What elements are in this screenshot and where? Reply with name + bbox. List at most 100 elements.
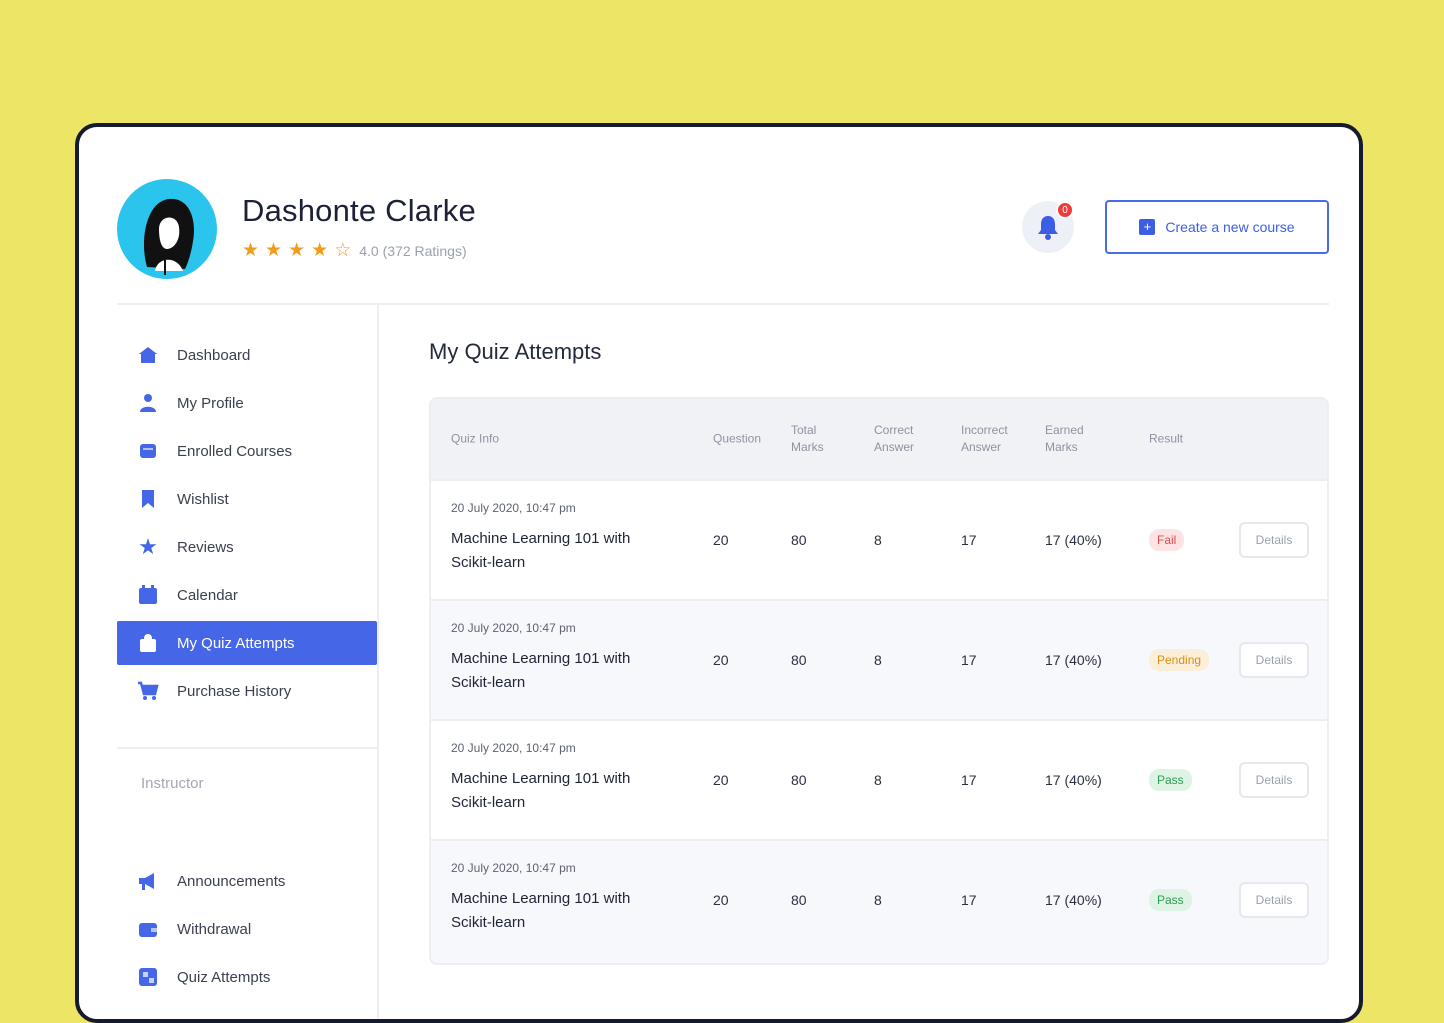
sidebar-item-label: Quiz Attempts bbox=[177, 968, 271, 986]
sidebar-item-my-profile[interactable]: My Profile bbox=[117, 381, 377, 425]
sidebar-item-label: My Quiz Attempts bbox=[177, 634, 295, 652]
avatar[interactable] bbox=[117, 179, 217, 279]
sidebar-item-label: Wishlist bbox=[177, 490, 229, 508]
total-marks: 80 bbox=[791, 892, 807, 908]
column-header-total-marks: Total Marks bbox=[791, 423, 824, 454]
incorrect-answers: 17 bbox=[961, 772, 977, 788]
column-header-result: Result bbox=[1149, 431, 1184, 446]
sidebar-divider bbox=[117, 747, 377, 749]
quiz-attempts-table: Quiz Info Question Total Marks Correct A… bbox=[429, 397, 1329, 965]
details-button[interactable]: Details bbox=[1239, 522, 1309, 558]
star-filled-icon: ★ bbox=[311, 240, 329, 261]
create-course-button[interactable]: + Create a new course bbox=[1105, 200, 1329, 254]
sidebar-item-withdrawal[interactable]: Withdrawal bbox=[117, 907, 377, 951]
earned-marks: 17 (40%) bbox=[1045, 532, 1102, 548]
user-icon bbox=[137, 392, 159, 414]
correct-answers: 8 bbox=[874, 532, 882, 548]
quiz-date: 20 July 2020, 10:47 pm bbox=[451, 741, 576, 755]
profile-header: Dashonte Clarke ★ ★ ★ ★ ☆ 4.0 (372 Ratin… bbox=[79, 127, 1359, 305]
quiz-icon bbox=[137, 632, 159, 654]
plus-icon: + bbox=[1139, 219, 1156, 235]
sidebar-item-calendar[interactable]: Calendar bbox=[117, 573, 377, 617]
cart-icon bbox=[137, 680, 159, 702]
sidebar-item-my-quiz-attempts[interactable]: My Quiz Attempts bbox=[117, 621, 377, 665]
star-icon: ★ bbox=[138, 534, 158, 559]
correct-answers: 8 bbox=[874, 892, 882, 908]
table-row: 20 July 2020, 10:47 pm Machine Learning … bbox=[431, 839, 1327, 959]
star-filled-icon: ★ bbox=[242, 240, 260, 261]
sidebar-item-label: Dashboard bbox=[177, 346, 251, 364]
page-title: My Quiz Attempts bbox=[429, 339, 602, 364]
sidebar-item-quiz-attempts[interactable]: Quiz Attempts bbox=[117, 955, 377, 999]
rating-text: 4.0 (372 Ratings) bbox=[359, 242, 467, 259]
column-header-incorrect-answer: Incorrect Answer bbox=[961, 423, 1008, 454]
earned-marks: 17 (40%) bbox=[1045, 892, 1102, 908]
create-course-label: Create a new course bbox=[1165, 219, 1295, 235]
home-icon bbox=[137, 344, 159, 366]
sidebar-item-label: Purchase History bbox=[177, 682, 292, 700]
calendar-icon bbox=[137, 584, 159, 606]
star-outline-icon: ☆ bbox=[334, 240, 352, 261]
details-button[interactable]: Details bbox=[1239, 882, 1309, 918]
total-marks: 80 bbox=[791, 652, 807, 668]
star-filled-icon: ★ bbox=[265, 240, 283, 261]
sidebar-item-wishlist[interactable]: Wishlist bbox=[117, 477, 377, 521]
total-marks: 80 bbox=[791, 772, 807, 788]
question-count: 20 bbox=[713, 532, 729, 548]
sidebar: Dashboard My Profile Enrolled Courses Wi… bbox=[117, 305, 379, 1019]
incorrect-answers: 17 bbox=[961, 652, 977, 668]
quiz-title[interactable]: Machine Learning 101 with Scikit-learn bbox=[451, 767, 641, 815]
table-row: 20 July 2020, 10:47 pm Machine Learning … bbox=[431, 479, 1327, 599]
question-count: 20 bbox=[713, 772, 729, 788]
quiz-icon bbox=[137, 966, 159, 988]
quiz-date: 20 July 2020, 10:47 pm bbox=[451, 621, 576, 635]
notification-badge: 0 bbox=[1056, 201, 1074, 219]
quiz-title[interactable]: Machine Learning 101 with Scikit-learn bbox=[451, 887, 641, 935]
column-header-correct-answer: Correct Answer bbox=[874, 423, 915, 454]
total-marks: 80 bbox=[791, 532, 807, 548]
quiz-date: 20 July 2020, 10:47 pm bbox=[451, 501, 576, 515]
result-badge: Pending bbox=[1149, 649, 1210, 671]
result-badge: Pass bbox=[1149, 769, 1192, 791]
rating: ★ ★ ★ ★ ☆ 4.0 (372 Ratings) bbox=[242, 241, 467, 260]
sidebar-item-label: Withdrawal bbox=[177, 920, 252, 938]
profile-name: Dashonte Clarke bbox=[242, 193, 476, 228]
table-header: Quiz Info Question Total Marks Correct A… bbox=[431, 399, 1327, 479]
result-badge: Pass bbox=[1149, 889, 1192, 911]
bell-icon bbox=[1038, 216, 1058, 240]
details-button[interactable]: Details bbox=[1239, 642, 1309, 678]
sidebar-item-label: Reviews bbox=[177, 538, 234, 556]
notification-button[interactable]: 0 bbox=[1022, 201, 1074, 253]
column-header-earned-marks: Earned Marks bbox=[1045, 423, 1084, 454]
earned-marks: 17 (40%) bbox=[1045, 772, 1102, 788]
sidebar-item-purchase-history[interactable]: Purchase History bbox=[117, 669, 377, 713]
dashboard-card: Dashonte Clarke ★ ★ ★ ★ ☆ 4.0 (372 Ratin… bbox=[75, 123, 1363, 1023]
correct-answers: 8 bbox=[874, 652, 882, 668]
sidebar-item-label: Calendar bbox=[177, 586, 238, 604]
sidebar-item-label: My Profile bbox=[177, 394, 244, 412]
earned-marks: 17 (40%) bbox=[1045, 652, 1102, 668]
book-icon bbox=[137, 440, 159, 462]
quiz-title[interactable]: Machine Learning 101 with Scikit-learn bbox=[451, 527, 641, 575]
star-filled-icon: ★ bbox=[288, 240, 306, 261]
table-row: 20 July 2020, 10:47 pm Machine Learning … bbox=[431, 599, 1327, 719]
sidebar-item-label: Announcements bbox=[177, 872, 286, 890]
sidebar-item-dashboard[interactable]: Dashboard bbox=[117, 333, 377, 377]
correct-answers: 8 bbox=[874, 772, 882, 788]
quiz-date: 20 July 2020, 10:47 pm bbox=[451, 861, 576, 875]
table-row: 20 July 2020, 10:47 pm Machine Learning … bbox=[431, 719, 1327, 839]
sidebar-item-announcements[interactable]: Announcements bbox=[117, 859, 377, 903]
sidebar-item-reviews[interactable]: ★ Reviews bbox=[117, 525, 377, 569]
section-label-instructor: Instructor bbox=[141, 775, 204, 792]
sidebar-item-label: Enrolled Courses bbox=[177, 442, 293, 460]
wallet-icon bbox=[137, 918, 159, 940]
question-count: 20 bbox=[713, 892, 729, 908]
megaphone-icon bbox=[137, 870, 159, 892]
details-button[interactable]: Details bbox=[1239, 762, 1309, 798]
quiz-title[interactable]: Machine Learning 101 with Scikit-learn bbox=[451, 647, 641, 695]
question-count: 20 bbox=[713, 652, 729, 668]
bookmark-icon bbox=[137, 488, 159, 510]
column-header-question: Question bbox=[713, 431, 762, 446]
result-badge: Fail bbox=[1149, 529, 1185, 551]
sidebar-item-enrolled-courses[interactable]: Enrolled Courses bbox=[117, 429, 377, 473]
